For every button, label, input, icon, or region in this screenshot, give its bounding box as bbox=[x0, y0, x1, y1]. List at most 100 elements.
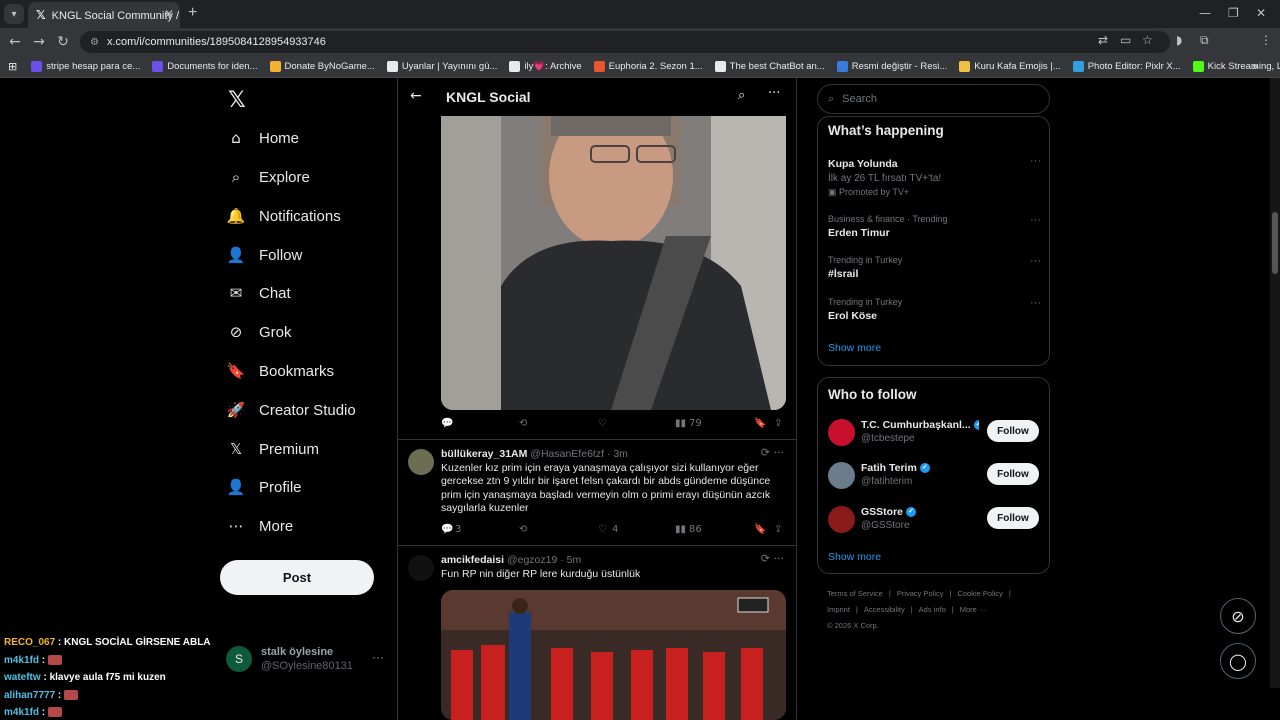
sidebar-item-follow[interactable]: 👤 Follow bbox=[226, 237, 303, 273]
sidebar-item-home[interactable]: ⌂ Home bbox=[226, 120, 299, 156]
tweet-video[interactable] bbox=[441, 590, 786, 720]
search-icon[interactable]: ⌕ bbox=[738, 88, 745, 103]
browser-tab-active[interactable]: 𝕏 KNGL Social Community / X 🟪 ✕ bbox=[28, 2, 180, 28]
back-icon[interactable]: ← bbox=[3, 34, 27, 50]
author-name[interactable]: büllükeray_31AM bbox=[441, 448, 527, 460]
account-name[interactable]: GSStore bbox=[861, 506, 903, 518]
more-options-icon[interactable]: ··· bbox=[372, 650, 384, 664]
bookmark-star-icon[interactable]: ☆ bbox=[1142, 33, 1153, 47]
author-name[interactable]: amcikfedaisi bbox=[441, 554, 504, 566]
extension-icon[interactable]: ◗ bbox=[1176, 33, 1182, 47]
bookmark-item[interactable]: Uyanlar | Yayınını gü... bbox=[386, 61, 497, 72]
apps-grid-icon[interactable]: ⊞ bbox=[8, 60, 17, 73]
bookmark-item[interactable]: ily💗: Archive bbox=[509, 61, 582, 72]
more-options-icon[interactable]: ··· bbox=[1030, 255, 1041, 267]
scrollbar-thumb[interactable] bbox=[1272, 212, 1278, 274]
footer-link[interactable]: Imprint bbox=[827, 605, 850, 614]
translate-icon[interactable]: ⇄ bbox=[1098, 33, 1108, 47]
sidebar-item-explore[interactable]: ⌕ Explore bbox=[226, 159, 310, 195]
trend-item[interactable]: Trending in Turkey #İsrail ··· bbox=[828, 255, 1041, 280]
sidebar-item-creator-studio[interactable]: 🚀 Creator Studio bbox=[226, 392, 356, 428]
tweet-time[interactable]: · 3m bbox=[607, 448, 628, 460]
reload-icon[interactable]: ↻ bbox=[51, 34, 75, 50]
site-info-icon[interactable]: ⚙ bbox=[90, 37, 99, 48]
bookmark-item[interactable]: Kick Streaming, Ltd.... bbox=[1192, 61, 1280, 72]
search-input[interactable]: ⌕ Search bbox=[817, 84, 1050, 114]
bookmark-item[interactable]: Resmi değiştir - Resi... bbox=[836, 61, 947, 72]
tweet[interactable]: amcikfedaisi @egzoz19 · 5m ⟳ ··· Fun RP … bbox=[398, 546, 796, 590]
more-options-icon[interactable]: ··· bbox=[768, 86, 780, 101]
bookmark-item[interactable]: Photo Editor: Pixlr X... bbox=[1072, 61, 1181, 72]
bookmark-item[interactable]: Donate ByNoGame... bbox=[269, 61, 375, 72]
more-options-icon[interactable]: ··· bbox=[1030, 214, 1041, 226]
new-tab-button[interactable]: + bbox=[188, 4, 197, 22]
address-bar[interactable]: ⚙ x.com/i/communities/189508412895493374… bbox=[80, 31, 1170, 53]
avatar[interactable] bbox=[828, 462, 855, 489]
footer-link[interactable]: Privacy Policy bbox=[897, 589, 944, 598]
sidebar-item-more[interactable]: ⋯ More bbox=[226, 508, 294, 544]
account-name[interactable]: Fatih Terim bbox=[861, 462, 917, 474]
grok-icon[interactable]: ⊘ bbox=[1220, 598, 1256, 634]
views-icon[interactable]: ▮▮ bbox=[675, 418, 686, 429]
more-options-icon[interactable]: ··· bbox=[1030, 155, 1041, 167]
follow-button[interactable]: Follow bbox=[987, 507, 1039, 529]
more-options-icon[interactable]: ··· bbox=[1030, 297, 1041, 309]
back-arrow-icon[interactable]: ← bbox=[410, 88, 422, 104]
who-to-follow-item[interactable]: GSStore ✓ @GSStore Follow bbox=[828, 502, 1041, 538]
bookmark-item[interactable]: stripe hesap para ce... bbox=[31, 61, 140, 72]
bookmark-item[interactable]: The best ChatBot an... bbox=[714, 61, 825, 72]
sidebar-item-profile[interactable]: 👤 Profile bbox=[226, 469, 302, 505]
show-more-link[interactable]: Show more bbox=[828, 342, 881, 354]
extensions-puzzle-icon[interactable]: ⧉ bbox=[1200, 33, 1209, 48]
avatar[interactable] bbox=[828, 506, 855, 533]
bookmark-icon[interactable]: 🔖 bbox=[754, 418, 766, 429]
footer-link[interactable]: Ads info bbox=[919, 605, 946, 614]
trend-item[interactable]: Business & finance · Trending Erden Timur… bbox=[828, 214, 1041, 239]
reply-icon[interactable]: 💬 bbox=[441, 524, 453, 535]
forward-icon[interactable]: → bbox=[27, 34, 51, 50]
repost-icon[interactable]: ⟲ bbox=[519, 524, 527, 535]
author-handle[interactable]: @egzoz19 bbox=[507, 554, 557, 566]
show-more-link[interactable]: Show more bbox=[828, 551, 881, 563]
sidebar-item-premium[interactable]: 𝕏 Premium bbox=[226, 431, 319, 467]
tab-search-button[interactable]: ▾ bbox=[4, 4, 24, 24]
sidebar-item-bookmarks[interactable]: 🔖 Bookmarks bbox=[226, 353, 334, 389]
more-bookmarks-icon[interactable]: » bbox=[1252, 61, 1258, 73]
restore-window-icon[interactable]: ❐ bbox=[1228, 6, 1239, 20]
sidebar-item-chat[interactable]: ✉ Chat bbox=[226, 275, 291, 311]
bookmark-icon[interactable]: 🔖 bbox=[754, 524, 766, 535]
who-to-follow-item[interactable]: T.C. Cumhurbaşkanl... ✓ @tcbestepe Follow bbox=[828, 415, 1041, 451]
like-icon[interactable]: ♡ bbox=[598, 524, 607, 535]
bookmark-item[interactable]: Kuru Kafa Emojis |... bbox=[959, 61, 1061, 72]
share-icon[interactable]: ⇪ bbox=[774, 524, 782, 535]
page-scrollbar[interactable] bbox=[1270, 78, 1280, 688]
avatar[interactable] bbox=[828, 419, 855, 446]
cast-icon[interactable]: ▭ bbox=[1120, 33, 1131, 47]
close-tab-icon[interactable]: ✕ bbox=[164, 7, 174, 21]
repost-icon[interactable]: ⟲ bbox=[519, 418, 527, 429]
footer-link[interactable]: More ··· bbox=[960, 605, 987, 614]
minimize-window-icon[interactable]: — bbox=[1199, 6, 1211, 20]
footer-link[interactable]: Accessibility bbox=[864, 605, 905, 614]
tweet-video[interactable] bbox=[441, 116, 786, 410]
tweet-menu[interactable]: ⟳ ··· bbox=[761, 446, 784, 459]
chat-bubble-icon[interactable]: ◯ bbox=[1220, 643, 1256, 679]
follow-button[interactable]: Follow bbox=[987, 463, 1039, 485]
avatar[interactable] bbox=[408, 449, 434, 475]
bookmark-item[interactable]: Euphoria 2. Sezon 1... bbox=[593, 61, 703, 72]
like-icon[interactable]: ♡ bbox=[598, 418, 607, 429]
chrome-menu-icon[interactable]: ⋮ bbox=[1260, 33, 1272, 47]
footer-link[interactable]: Cookie Policy bbox=[957, 589, 1002, 598]
footer-link[interactable]: Terms of Service bbox=[827, 589, 883, 598]
account-switcher[interactable]: S stalk öylesine @SOylesine80131 ··· bbox=[226, 642, 386, 678]
x-logo-icon[interactable]: 𝕏 bbox=[228, 88, 246, 113]
author-handle[interactable]: @HasanEfe6tzf bbox=[530, 448, 604, 460]
trend-item[interactable]: Trending in Turkey Erol Köse ··· bbox=[828, 297, 1041, 322]
views-icon[interactable]: ▮▮ bbox=[675, 524, 686, 535]
follow-button[interactable]: Follow bbox=[987, 420, 1039, 442]
sidebar-item-notifications[interactable]: 🔔 Notifications bbox=[226, 198, 341, 234]
share-icon[interactable]: ⇪ bbox=[774, 418, 782, 429]
post-button[interactable]: Post bbox=[220, 560, 374, 595]
tweet-menu[interactable]: ⟳ ··· bbox=[761, 552, 784, 565]
close-window-icon[interactable]: ✕ bbox=[1256, 6, 1266, 20]
